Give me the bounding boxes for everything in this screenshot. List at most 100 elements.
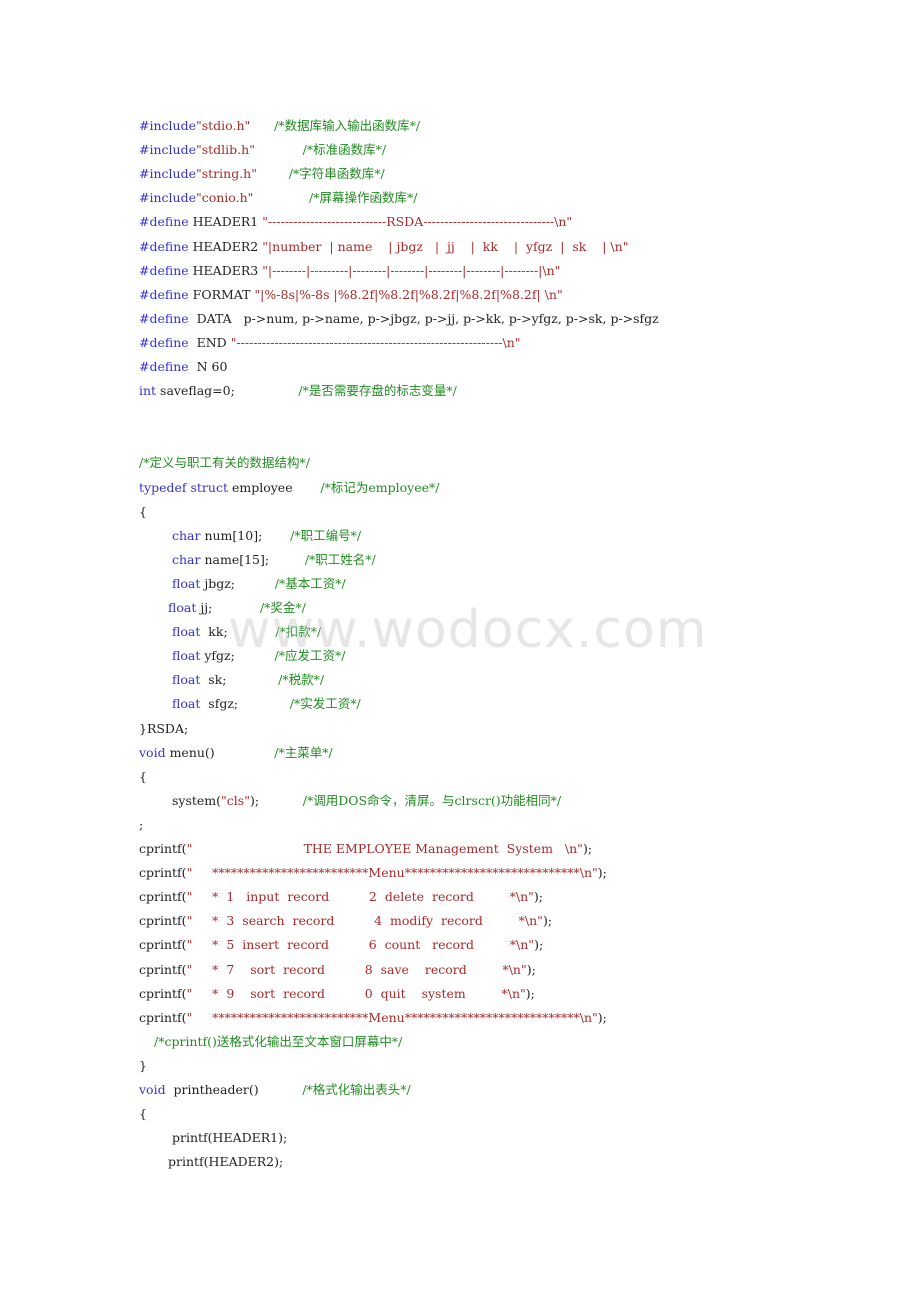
code-line: typedef struct employee /*标记为employee*/ bbox=[139, 476, 439, 500]
code-keyword: float bbox=[172, 624, 201, 640]
code-comment: /*应发工资*/ bbox=[274, 648, 346, 664]
code-text: saveflag=0; bbox=[156, 383, 299, 399]
code-line: cprintf(" *************************Menu*… bbox=[139, 1006, 607, 1030]
code-text: sfgz; bbox=[200, 696, 290, 712]
code-text: ); bbox=[525, 985, 535, 1001]
code-line: /*定义与职工有关的数据结构*/ bbox=[139, 451, 310, 475]
code-text: ); bbox=[534, 937, 544, 953]
code-keyword: #include bbox=[139, 190, 196, 206]
code-text: ; bbox=[139, 816, 144, 832]
code-text: employee bbox=[227, 479, 321, 495]
code-keyword: void bbox=[139, 1082, 166, 1097]
code-line: void printheader() /*格式化输出表头*/ bbox=[139, 1078, 411, 1102]
code-text: HEADER2 bbox=[188, 238, 263, 254]
code-line: printf(HEADER2); bbox=[168, 1150, 283, 1174]
code-text: cprintf( bbox=[139, 985, 187, 1001]
code-text: N 60 bbox=[188, 359, 228, 374]
code-text: jj; bbox=[196, 600, 260, 615]
code-text: ); bbox=[542, 913, 553, 929]
code-text: FORMAT bbox=[188, 286, 255, 302]
code-string: " *************************Menu*********… bbox=[186, 865, 598, 881]
code-line: #define DATA p->num, p->name, p->jbgz, p… bbox=[139, 307, 659, 331]
code-text: name[15]; bbox=[200, 551, 305, 567]
code-line: cprintf(" * 9 sort record 0 quit system … bbox=[139, 982, 535, 1006]
code-keyword: float bbox=[172, 648, 201, 664]
code-comment: /*格式化输出表头*/ bbox=[302, 1082, 411, 1097]
code-line: #define N 60 bbox=[139, 355, 227, 379]
code-line: ; bbox=[139, 813, 143, 837]
code-line: #define END "---------------------------… bbox=[139, 331, 521, 355]
code-text: cprintf( bbox=[139, 1009, 187, 1025]
code-keyword: int bbox=[139, 383, 157, 399]
code-line: int saveflag=0; /*是否需要存盘的标志变量*/ bbox=[139, 379, 457, 403]
code-keyword: #define bbox=[139, 286, 189, 302]
code-line: cprintf(" * 5 insert record 6 count reco… bbox=[139, 933, 543, 957]
code-text: } bbox=[139, 1057, 147, 1073]
code-comment: /*定义与职工有关的数据结构*/ bbox=[139, 455, 310, 471]
code-string: "---------------------------------------… bbox=[230, 334, 521, 350]
code-string: "stdlib.h" bbox=[195, 142, 255, 158]
code-keyword: void bbox=[139, 744, 166, 760]
code-line: float sk; /*税款*/ bbox=[172, 668, 324, 692]
code-line: #define HEADER1 "-----------------------… bbox=[139, 210, 572, 234]
code-line: { bbox=[139, 1102, 147, 1126]
code-text: system( bbox=[172, 792, 222, 808]
document-page: #include"stdio.h" /*数据库输入输出函数库*/ #include… bbox=[0, 0, 920, 1302]
code-comment: /*cprintf()送格式化输出至文本窗口屏幕中*/ bbox=[154, 1033, 403, 1049]
code-line: void menu() /*主菜单*/ bbox=[139, 741, 333, 765]
code-comment: /*调用DOS命令，清屏。与clrscr()功能相同*/ bbox=[302, 792, 562, 808]
code-string: "cls" bbox=[221, 792, 250, 808]
code-text: cprintf( bbox=[139, 937, 187, 953]
code-line: float kk; /*扣款*/ bbox=[172, 620, 321, 644]
code-keyword: float bbox=[172, 696, 201, 712]
code-text: ); bbox=[533, 889, 543, 905]
code-keyword: float bbox=[168, 600, 197, 615]
code-text: printf(HEADER2); bbox=[168, 1154, 284, 1170]
code-keyword: float bbox=[172, 672, 201, 688]
code-line: #define HEADER3 "|--------|---------|---… bbox=[139, 259, 560, 283]
code-string: " * 7 sort record 8 save record *\n" bbox=[186, 961, 527, 977]
code-text: menu() bbox=[165, 744, 275, 760]
code-line: float jj; /*奖金*/ bbox=[168, 596, 306, 620]
code-text: ); bbox=[597, 1009, 607, 1025]
code-text: { bbox=[139, 768, 147, 784]
code-line: cprintf(" * 3 search record 4 modify rec… bbox=[139, 909, 552, 933]
code-text: yfgz; bbox=[200, 648, 275, 664]
code-text: cprintf( bbox=[139, 865, 187, 881]
code-text: cprintf( bbox=[139, 889, 187, 905]
code-keyword: #include bbox=[139, 166, 196, 182]
code-text: cprintf( bbox=[139, 961, 187, 977]
code-text: END bbox=[188, 334, 231, 350]
code-line: { bbox=[139, 500, 147, 524]
code-line: cprintf(" * 7 sort record 8 save record … bbox=[139, 958, 536, 982]
code-line: #include"conio.h" /*屏幕操作函数库*/ bbox=[139, 186, 417, 210]
code-text: jbgz; bbox=[200, 575, 275, 591]
code-comment: /*屏幕操作函数库*/ bbox=[309, 190, 418, 206]
code-string: "----------------------------RSDA-------… bbox=[262, 214, 573, 230]
code-text: HEADER1 bbox=[188, 214, 263, 230]
code-string: "|--------|---------|--------|--------|-… bbox=[262, 262, 561, 278]
code-comment: /*职工编号*/ bbox=[290, 527, 362, 543]
code-text: sk; bbox=[200, 672, 279, 688]
code-string: " * 3 search record 4 modify record *\n" bbox=[186, 913, 543, 929]
code-text: printheader() bbox=[165, 1082, 303, 1097]
code-line: cprintf(" THE EMPLOYEE Management System… bbox=[139, 837, 592, 861]
code-comment: /*奖金*/ bbox=[259, 600, 306, 615]
code-comment: /*数据库输入输出函数库*/ bbox=[274, 118, 421, 133]
code-string: " * 5 insert record 6 count record *\n" bbox=[186, 937, 535, 953]
code-comment: /*字符串函数库*/ bbox=[288, 166, 385, 182]
code-text: DATA p->num, p->name, p->jbgz, p->jj, p-… bbox=[188, 310, 659, 326]
code-string: " * 9 sort record 0 quit system *\n" bbox=[186, 985, 526, 1001]
code-line: #include"stdio.h" /*数据库输入输出函数库*/ bbox=[139, 114, 420, 138]
code-text: num[10]; bbox=[200, 527, 291, 543]
code-keyword: char bbox=[172, 551, 201, 567]
code-keyword: #define bbox=[139, 310, 189, 326]
code-line: #define HEADER2 "|number | name | jbgz |… bbox=[139, 235, 628, 259]
code-keyword: #define bbox=[139, 214, 189, 230]
code-line: cprintf(" *************************Menu*… bbox=[139, 861, 607, 885]
code-text: ); bbox=[249, 792, 303, 808]
code-string: "|number | name | jbgz | jj | kk | yfgz … bbox=[262, 238, 629, 254]
